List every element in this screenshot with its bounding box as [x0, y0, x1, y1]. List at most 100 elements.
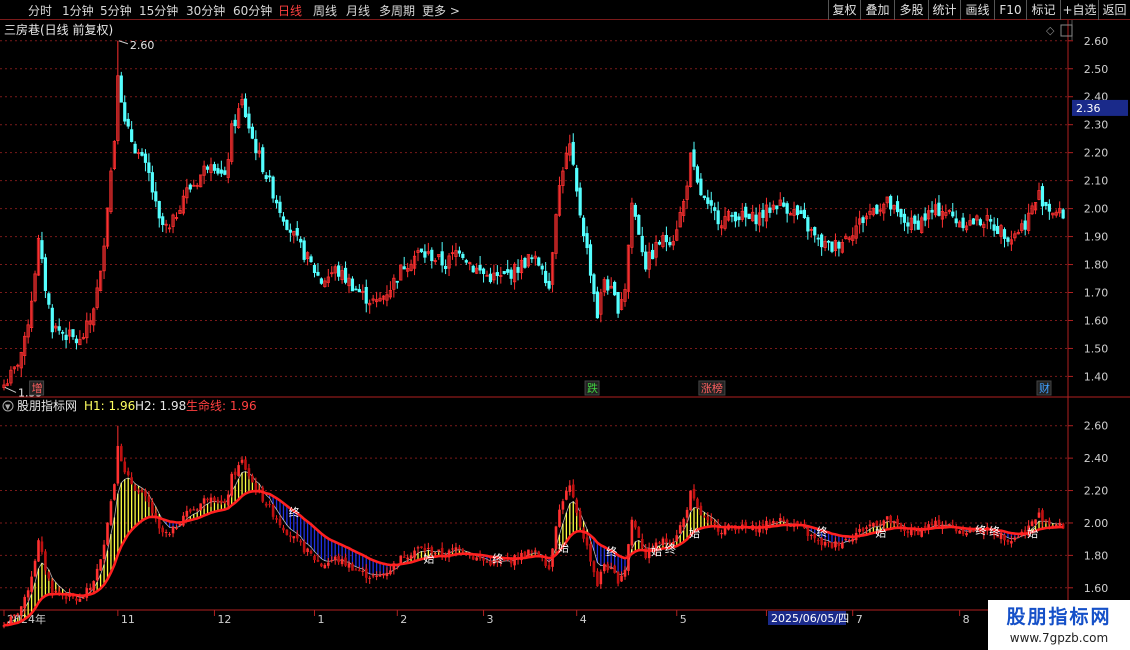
price-candle-body — [1040, 186, 1045, 207]
event-mark-label: 涨榜 — [701, 381, 723, 395]
indicator-candle-body — [575, 499, 578, 513]
indicator-candle-body — [233, 471, 237, 475]
price-candle-body — [923, 213, 927, 221]
price-candle-body — [695, 166, 700, 183]
toolbar-action[interactable]: 画线 — [960, 0, 994, 20]
date-tick-label: 8 — [963, 613, 970, 626]
period-tab[interactable]: 日线 — [278, 2, 302, 19]
indicator-candle-body — [168, 534, 171, 536]
price-candle-body — [899, 208, 903, 218]
indicator-candle-body — [102, 544, 106, 560]
indicator-candle-body — [916, 530, 920, 535]
period-tab[interactable]: 60分钟 — [233, 2, 272, 19]
price-candle-body — [802, 209, 807, 219]
indicator-candle-body — [361, 570, 365, 572]
toolbar-action[interactable]: 返回 — [1098, 0, 1130, 20]
watermark-url: www.7gpzb.com — [1009, 631, 1109, 645]
indicator-candle-body — [292, 536, 296, 539]
main-y-tick-label: 1.40 — [1084, 370, 1109, 383]
period-tab[interactable]: 分时 — [28, 2, 52, 19]
period-tab[interactable]: 15分钟 — [139, 2, 178, 19]
indicator-candle-body — [482, 557, 485, 561]
price-candle-body — [254, 138, 258, 154]
price-candle-body — [895, 201, 900, 213]
toolbar-action[interactable]: 标记 — [1026, 0, 1060, 20]
signal-label: 终 — [989, 524, 1000, 538]
price-candle-body — [906, 222, 910, 227]
price-candle-body — [651, 249, 655, 260]
toolbar-action[interactable]: F10 — [994, 0, 1026, 20]
indicator-candle-body — [437, 549, 440, 551]
period-tab[interactable]: 多周期 — [379, 2, 415, 19]
indicator-candle-body — [320, 563, 323, 567]
indicator-candle-body — [685, 509, 689, 518]
price-candle-body — [350, 278, 355, 292]
indicator-candle-body — [368, 577, 371, 579]
indicator-candle-body — [1044, 519, 1048, 522]
indicator-candle-body — [126, 471, 130, 476]
price-candle-body — [709, 200, 713, 206]
price-candle-body — [961, 217, 965, 229]
indicator-candle-body — [306, 548, 309, 552]
price-candle-body — [816, 237, 820, 240]
signal-label: 始 — [875, 525, 886, 539]
price-candle-body — [212, 164, 217, 171]
indicator-candle-body — [461, 549, 465, 552]
indicator-candle-body — [26, 590, 30, 598]
indicator-candle-body — [513, 555, 516, 566]
signal-label: 终 — [492, 551, 503, 565]
indicator-candle-body — [592, 561, 596, 573]
price-candle-body — [664, 235, 669, 243]
period-tab[interactable]: 更多 > — [422, 2, 460, 19]
price-candle-body — [820, 234, 824, 248]
indicator-candle-body — [823, 541, 827, 546]
indicator-candle-body — [382, 573, 385, 576]
indicator-candle-body — [402, 556, 406, 558]
price-candle-body — [1023, 220, 1027, 230]
indicator-candle-body — [620, 575, 623, 582]
indicator-candle-body — [1030, 521, 1034, 526]
indicator-candle-body — [965, 533, 968, 536]
indicator-candle-body — [454, 547, 458, 551]
price-candle-body — [268, 175, 272, 178]
price-tag-label: 2.36 — [1076, 102, 1101, 115]
toolbar-action[interactable]: 统计 — [928, 0, 960, 20]
price-candle-body — [1002, 229, 1007, 239]
price-candle-body — [699, 178, 703, 196]
period-tab[interactable]: 5分钟 — [100, 2, 132, 19]
indicator-candle-body — [423, 547, 427, 552]
indicator-candle-body — [599, 571, 603, 585]
toolbar-action[interactable]: 复权 — [828, 0, 860, 20]
indicator-candle-body — [375, 575, 378, 577]
period-tab[interactable]: 月线 — [346, 2, 370, 19]
indicator-candle-body — [768, 522, 772, 526]
price-candle-body — [271, 176, 275, 199]
indicator-candle-body — [147, 496, 151, 503]
toolbar-action[interactable]: 叠加 — [860, 0, 894, 20]
period-tab[interactable]: 1分钟 — [62, 2, 94, 19]
indicator-candle-body — [958, 530, 961, 534]
indicator-candle-body — [606, 564, 610, 571]
period-tab[interactable]: 30分钟 — [186, 2, 225, 19]
price-candle-body — [278, 201, 282, 213]
toolbar-action[interactable]: +自选 — [1060, 0, 1098, 20]
main-y-tick-label: 2.50 — [1084, 63, 1109, 76]
period-tab[interactable]: 周线 — [313, 2, 337, 19]
main-title: 三房巷(日线 前复权) — [4, 22, 113, 37]
indicator-candle-body — [275, 518, 278, 520]
indicator-candle-body — [837, 542, 841, 546]
price-candle-body — [813, 227, 817, 236]
indicator-candle-body — [678, 525, 682, 534]
indicator-candle-body — [1034, 519, 1037, 524]
price-candle-body — [312, 264, 317, 273]
main-y-tick-label: 1.50 — [1084, 342, 1109, 355]
price-candle-body — [295, 228, 299, 236]
indicator-candle-body — [157, 518, 161, 529]
high-note: 2.60 — [130, 39, 155, 52]
price-candle-body — [588, 244, 593, 276]
indicator-candle-body — [251, 475, 254, 483]
indicator-candle-body — [603, 564, 606, 572]
toolbar-action[interactable]: 多股 — [894, 0, 928, 20]
price-candle-body — [261, 147, 265, 173]
indicator-candle-body — [692, 488, 696, 499]
